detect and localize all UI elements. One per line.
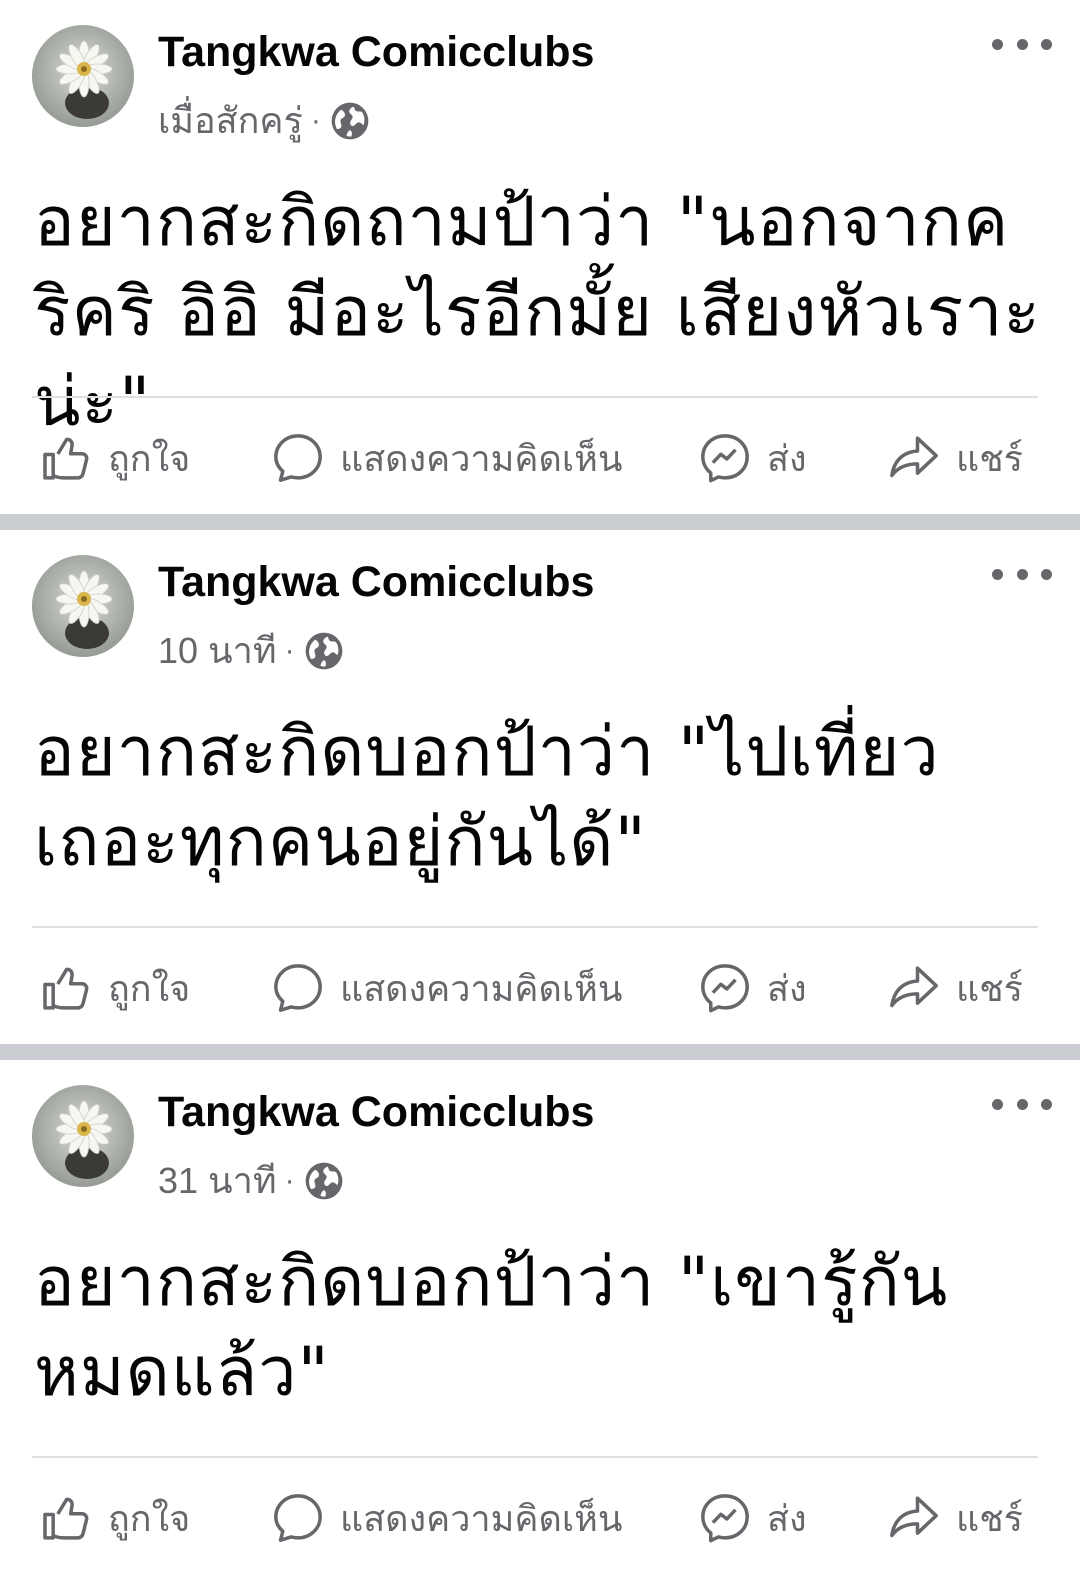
more-options-button[interactable]	[992, 24, 1052, 64]
share-arrow-icon	[890, 436, 938, 478]
comment-label: แสดงความคิดเห็น	[340, 967, 623, 1009]
like-button[interactable]: ถูกใจ	[38, 1483, 190, 1553]
more-icon	[992, 1098, 1003, 1110]
share-label: แชร์	[956, 967, 1023, 1009]
thumbs-up-icon	[43, 437, 89, 480]
post-meta: 10 นาที ·	[158, 622, 345, 679]
messenger-icon	[701, 1494, 749, 1543]
feed-post: Tangkwa Comicclubs 31 นาที · อยากสะกิดบอ…	[0, 1060, 1080, 1574]
globe-icon	[305, 1162, 342, 1199]
messenger-icon	[701, 434, 749, 483]
share-label: แชร์	[956, 437, 1023, 479]
avatar[interactable]	[32, 25, 134, 127]
post-author[interactable]: Tangkwa Comicclubs	[158, 1088, 594, 1137]
meta-separator: ·	[284, 1163, 295, 1197]
post-actions: ถูกใจ แสดงความคิดเห็น ส่ง แชร์	[0, 405, 1080, 510]
globe-icon	[305, 632, 342, 669]
send-button[interactable]: ส่ง	[697, 953, 807, 1023]
post-separator	[0, 514, 1080, 530]
share-label: แชร์	[956, 1497, 1023, 1539]
globe-icon	[331, 102, 369, 139]
comment-bubble-icon	[274, 434, 322, 482]
meta-separator: ·	[284, 633, 295, 667]
more-icon	[992, 38, 1003, 50]
avatar-flower-image	[55, 1100, 113, 1179]
meta-separator: ·	[310, 103, 321, 137]
share-arrow-icon	[890, 1496, 938, 1538]
comment-label: แสดงความคิดเห็น	[340, 437, 623, 479]
send-label: ส่ง	[767, 967, 807, 1009]
comment-button[interactable]: แสดงความคิดเห็น	[270, 1483, 622, 1553]
post-author[interactable]: Tangkwa Comicclubs	[158, 558, 594, 607]
avatar-flower-image	[55, 40, 113, 119]
comment-bubble-icon	[274, 1494, 322, 1542]
feed-post: Tangkwa Comicclubs เมื่อสักครู่ · อยากสะ…	[0, 0, 1080, 514]
post-timestamp[interactable]: เมื่อสักครู่	[158, 92, 303, 149]
messenger-icon	[701, 964, 749, 1013]
divider	[32, 1456, 1038, 1458]
share-arrow-icon	[890, 966, 938, 1008]
avatar[interactable]	[32, 1085, 134, 1187]
divider	[32, 926, 1038, 928]
more-options-button[interactable]	[992, 1084, 1052, 1124]
post-actions: ถูกใจ แสดงความคิดเห็น ส่ง แชร์	[0, 935, 1080, 1040]
thumbs-up-icon	[43, 1497, 89, 1540]
like-label: ถูกใจ	[108, 967, 191, 1009]
post-timestamp[interactable]: 31 นาที	[158, 1152, 277, 1209]
like-button[interactable]: ถูกใจ	[38, 423, 190, 493]
send-button[interactable]: ส่ง	[697, 1483, 807, 1553]
comment-bubble-icon	[274, 964, 322, 1012]
post-author[interactable]: Tangkwa Comicclubs	[158, 28, 594, 77]
more-icon	[992, 568, 1003, 580]
avatar[interactable]	[32, 555, 134, 657]
post-meta: เมื่อสักครู่ ·	[158, 92, 371, 149]
comment-label: แสดงความคิดเห็น	[340, 1497, 623, 1539]
send-button[interactable]: ส่ง	[697, 423, 807, 493]
share-button[interactable]: แชร์	[886, 953, 1023, 1023]
post-text: อยากสะกิดบอกป้าว่า "ไปเที่ยวเถอะทุกคนอยู…	[34, 713, 940, 882]
post-meta: 31 นาที ·	[158, 1152, 345, 1209]
post-actions: ถูกใจ แสดงความคิดเห็น ส่ง แชร์	[0, 1465, 1080, 1570]
post-text: อยากสะกิดบอกป้าว่า "เขารู้กันหมดแล้ว"	[34, 1243, 949, 1412]
post-timestamp[interactable]: 10 นาที	[158, 622, 277, 679]
divider	[32, 396, 1038, 398]
thumbs-up-icon	[43, 967, 89, 1010]
avatar-flower-image	[55, 570, 113, 649]
feed-post: Tangkwa Comicclubs 10 นาที · อยากสะกิดบอ…	[0, 530, 1080, 1044]
share-button[interactable]: แชร์	[886, 423, 1023, 493]
send-label: ส่ง	[767, 437, 807, 479]
like-label: ถูกใจ	[108, 437, 191, 479]
like-label: ถูกใจ	[108, 1497, 191, 1539]
send-label: ส่ง	[767, 1497, 807, 1539]
like-button[interactable]: ถูกใจ	[38, 953, 190, 1023]
feed: Tangkwa Comicclubs เมื่อสักครู่ · อยากสะ…	[0, 0, 1080, 1574]
post-separator	[0, 1044, 1080, 1060]
more-options-button[interactable]	[992, 554, 1052, 594]
comment-button[interactable]: แสดงความคิดเห็น	[270, 953, 622, 1023]
comment-button[interactable]: แสดงความคิดเห็น	[270, 423, 622, 493]
share-button[interactable]: แชร์	[886, 1483, 1023, 1553]
